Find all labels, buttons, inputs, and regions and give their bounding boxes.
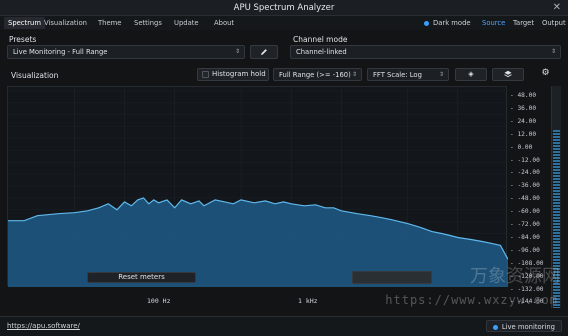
layers-icon: [504, 70, 512, 78]
presets-select[interactable]: Live Monitoring - Full Range ⇕: [7, 45, 245, 59]
layers-button[interactable]: [492, 68, 524, 81]
marker-button[interactable]: ◈: [455, 68, 487, 81]
tab-about[interactable]: About: [210, 17, 238, 29]
updown-icon: ⇕: [550, 48, 556, 55]
fft-scale-value: FFT Scale: Log: [373, 71, 422, 79]
tab-settings[interactable]: Settings: [130, 17, 166, 29]
footer: https://apu.software/ Live monitoring: [0, 316, 568, 336]
db-tick-label: - -60.00: [510, 208, 540, 216]
db-tick-label: - -96.00: [510, 246, 540, 254]
output-tab[interactable]: Output: [542, 16, 566, 30]
pencil-icon: [261, 49, 267, 55]
channel-mode-select[interactable]: Channel-linked ⇕: [290, 45, 561, 59]
status-label: Live monitoring: [501, 323, 555, 331]
fft-scale-select[interactable]: FFT Scale: Log ⇕: [367, 68, 449, 81]
watermark-cn: 万象资源网: [470, 266, 560, 287]
histogram-hold-label: Histogram hold: [212, 70, 266, 78]
updown-icon: ⇕: [438, 71, 444, 78]
title-bar: APU Spectrum Analyzer ✕: [0, 0, 568, 16]
db-tick-label: - 36.00: [510, 104, 537, 112]
tab-visualization[interactable]: Visualization: [40, 17, 91, 29]
source-tab[interactable]: Source: [482, 16, 505, 30]
settings-button[interactable]: ⚙: [530, 68, 561, 81]
db-tick-label: - -48.00: [510, 195, 540, 203]
updown-icon: ⇕: [234, 48, 240, 55]
spectrum-plot: [8, 87, 509, 287]
watermark-url: https://www.wxzyw.com: [385, 293, 558, 307]
presets-value: Live Monitoring - Full Range: [13, 48, 108, 56]
edit-preset-button[interactable]: [250, 45, 278, 59]
target-tab[interactable]: Target: [513, 16, 534, 30]
range-value: Full Range (>= -160): [279, 71, 351, 79]
diamond-icon: ◈: [468, 70, 474, 78]
channel-mode-label: Channel mode: [293, 35, 348, 44]
visualization-header: Visualization Histogram hold Full Range …: [0, 66, 568, 84]
db-tick-label: - -12.00: [510, 156, 540, 164]
db-tick-label: - -24.00: [510, 169, 540, 177]
db-tick-label: - 24.00: [510, 117, 537, 125]
close-icon[interactable]: ✕: [553, 2, 561, 13]
dark-mode-toggle[interactable]: Dark mode: [424, 16, 471, 30]
reset-meters-button[interactable]: Reset meters: [87, 272, 196, 283]
db-tick-label: - 0.00: [510, 143, 533, 151]
gear-icon: ⚙: [541, 68, 550, 78]
db-tick-label: - 12.00: [510, 130, 537, 138]
channel-mode-value: Channel-linked: [296, 48, 347, 56]
toggle-indicator-icon: [424, 20, 429, 26]
presets-label: Presets: [9, 35, 37, 44]
freq-marker-100hz: 100 Hz: [147, 297, 171, 305]
spectrum-chart[interactable]: Reset meters: [7, 86, 509, 287]
live-monitoring-status[interactable]: Live monitoring: [485, 320, 562, 332]
dark-mode-label: Dark mode: [433, 19, 471, 27]
db-tick-label: - 48.00: [510, 92, 537, 99]
db-tick-label: - -72.00: [510, 221, 540, 228]
db-tick-label: - -84.00: [510, 233, 540, 241]
tab-bar: Spectrum Visualization Theme Settings Up…: [0, 16, 568, 30]
tab-theme[interactable]: Theme: [94, 17, 125, 29]
status-dot-icon: [492, 324, 498, 330]
checkbox-icon: [202, 71, 209, 78]
website-link[interactable]: https://apu.software/: [7, 322, 80, 330]
histogram-hold-toggle[interactable]: Histogram hold: [197, 68, 269, 81]
visualization-label: Visualization: [11, 71, 59, 80]
freq-marker-1khz: 1 kHz: [298, 297, 318, 305]
range-slider-handle[interactable]: [352, 271, 432, 284]
window-title: APU Spectrum Analyzer: [233, 3, 335, 13]
updown-icon: ⇕: [351, 71, 357, 78]
range-select[interactable]: Full Range (>= -160) ⇕: [273, 68, 362, 81]
tab-spectrum[interactable]: Spectrum: [4, 17, 45, 29]
db-tick-label: - -36.00: [510, 182, 540, 190]
tab-update[interactable]: Update: [170, 17, 203, 29]
